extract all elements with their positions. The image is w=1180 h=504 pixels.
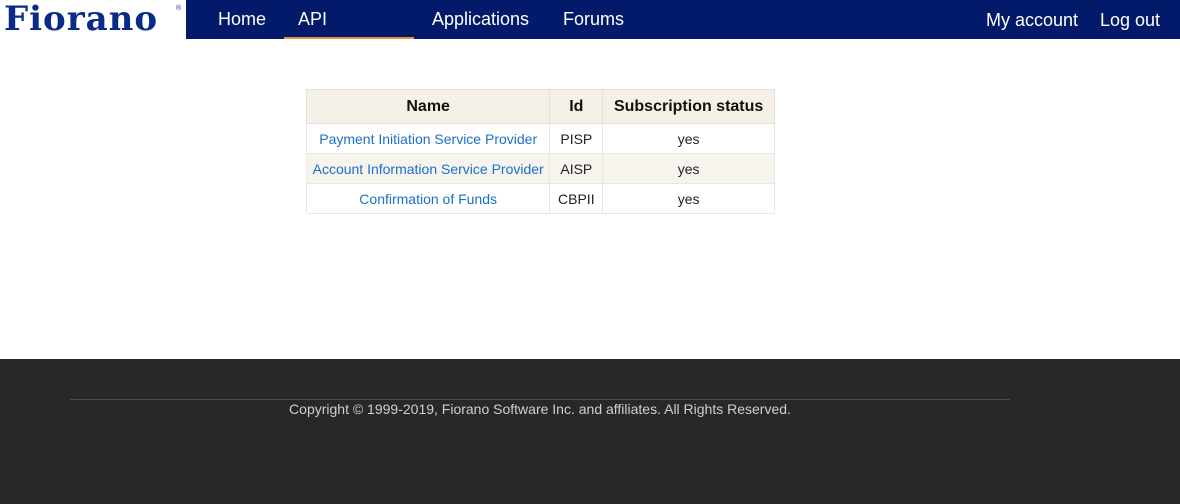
api-product-link[interactable]: Account Information Service Provider	[313, 161, 544, 177]
cell-name: Payment Initiation Service Provider	[305, 123, 551, 154]
api-product-link[interactable]: Payment Initiation Service Provider	[319, 131, 537, 147]
table-header-row: Name Id Subscription status	[305, 89, 775, 124]
cell-name: Account Information Service Provider	[305, 153, 551, 184]
table-row: Confirmation of Funds CBPII yes	[305, 183, 775, 214]
cell-id: PISP	[549, 123, 604, 154]
nav-forums[interactable]: Forums	[563, 0, 624, 39]
cell-subscription-status: yes	[602, 123, 775, 154]
column-header-subscription-status: Subscription status	[602, 89, 775, 124]
footer-copyright: Copyright © 1999-2019, Fiorano Software …	[289, 401, 791, 417]
column-header-id: Id	[549, 89, 604, 124]
brand-logo-text: Fiorano	[4, 0, 159, 39]
logout-link[interactable]: Log out	[1100, 0, 1160, 39]
nav-applications[interactable]: Applications	[432, 0, 529, 39]
column-header-name: Name	[305, 89, 551, 124]
table-row: Account Information Service Provider AIS…	[305, 153, 775, 184]
cell-subscription-status: yes	[602, 183, 775, 214]
nav-api-products[interactable]: API Products	[284, 0, 414, 67]
brand-logo[interactable]: Fiorano ®	[0, 0, 186, 39]
cell-id: CBPII	[549, 183, 604, 214]
cell-name: Confirmation of Funds	[305, 183, 551, 214]
footer-divider	[70, 399, 1010, 400]
top-navbar: Fiorano ® Home API Products Applications…	[0, 0, 1180, 67]
cell-subscription-status: yes	[602, 153, 775, 184]
my-account-link[interactable]: My account	[986, 0, 1078, 39]
registered-mark: ®	[176, 5, 182, 12]
api-product-link[interactable]: Confirmation of Funds	[359, 191, 497, 207]
nav-home[interactable]: Home	[218, 0, 266, 39]
api-products-table: Name Id Subscription status Payment Init…	[305, 89, 775, 214]
cell-id: AISP	[549, 153, 604, 184]
table-row: Payment Initiation Service Provider PISP…	[305, 123, 775, 154]
page-footer: Copyright © 1999-2019, Fiorano Software …	[0, 359, 1180, 504]
